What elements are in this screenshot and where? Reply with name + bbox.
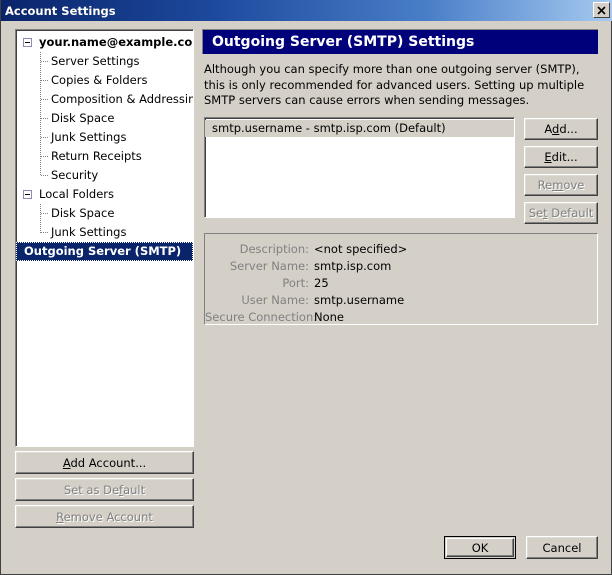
tree-connector <box>41 213 49 214</box>
detail-value: smtp.isp.com <box>314 258 391 275</box>
cancel-button[interactable]: Cancel <box>526 536 598 559</box>
panel-description: Although you can specify more than one o… <box>204 62 596 109</box>
panel-header: Outgoing Server (SMTP) Settings <box>202 29 598 54</box>
set-default-server-button[interactable]: Set Default <box>524 202 598 224</box>
tree-connector <box>41 156 49 157</box>
sidebar-item-junk-settings[interactable]: Junk Settings <box>16 223 193 242</box>
sidebar-item-return-receipts[interactable]: Return Receipts <box>16 147 193 166</box>
account-settings-dialog: Account Settings your.name@example.com Se… <box>0 0 612 575</box>
detail-value: 25 <box>314 275 329 292</box>
tree-connector <box>41 232 49 233</box>
panel-title: Outgoing Server (SMTP) Settings <box>212 34 474 50</box>
collapse-icon[interactable] <box>23 190 32 199</box>
sidebar-item-disk-space[interactable]: Disk Space <box>16 109 193 128</box>
remove-account-button[interactable]: Remove Account <box>15 505 194 528</box>
collapse-icon[interactable] <box>23 38 32 47</box>
detail-value: None <box>314 309 344 326</box>
remove-server-button[interactable]: Remove <box>524 174 598 196</box>
button-label: Remove <box>538 178 585 192</box>
detail-label: User Name: <box>205 292 314 309</box>
account-tree: your.name@example.com Server Settings Copi… <box>16 30 193 261</box>
tree-connector <box>41 80 49 81</box>
detail-label: Port: <box>205 275 314 292</box>
sidebar-item-label: Composition & Addressing <box>51 92 194 106</box>
set-as-default-button[interactable]: Set as Default <box>15 478 194 501</box>
sidebar-item-server-settings[interactable]: Server Settings <box>16 52 193 71</box>
tree-connector <box>41 99 49 100</box>
sidebar-item-label: Security <box>51 168 98 182</box>
button-label: Set Default <box>529 206 594 220</box>
button-label: Set as Default <box>64 483 145 497</box>
sidebar-item-label: your.name@example.com <box>39 35 194 49</box>
tree-connector <box>41 175 49 176</box>
tree-connector <box>40 52 41 176</box>
button-label: Add Account... <box>63 456 146 470</box>
ok-button[interactable]: OK <box>444 536 516 559</box>
tree-connector <box>41 118 49 119</box>
smtp-server-list[interactable]: smtp.username - smtp.isp.com (Default) <box>204 117 515 218</box>
tree-connector <box>41 137 49 138</box>
close-icon <box>597 6 606 15</box>
detail-value: <not specified> <box>314 241 407 258</box>
sidebar-item-label: Junk Settings <box>51 130 126 144</box>
sidebar-item-security[interactable]: Security <box>16 166 193 185</box>
detail-row: Port:25 <box>205 275 597 292</box>
sidebar-item-junk-settings[interactable]: Junk Settings <box>16 128 193 147</box>
server-details-panel: Description:<not specified>Server Name:s… <box>204 233 598 325</box>
cancel-button-label: Cancel <box>543 541 582 555</box>
button-label: Edit... <box>544 150 577 164</box>
sidebar-item-outgoing-server-smtp[interactable]: Outgoing Server (SMTP) <box>16 242 193 261</box>
edit-server-button[interactable]: Edit... <box>524 146 598 168</box>
detail-row: Secure Connection:None <box>205 309 597 326</box>
detail-value: smtp.username <box>314 292 404 309</box>
detail-row: User Name:smtp.username <box>205 292 597 309</box>
sidebar-item-your-name-example-com[interactable]: your.name@example.com <box>16 33 193 52</box>
detail-label: Description: <box>205 241 314 258</box>
list-item[interactable]: smtp.username - smtp.isp.com (Default) <box>205 120 514 137</box>
sidebar-item-label: Junk Settings <box>51 225 126 239</box>
sidebar-item-label: Outgoing Server (SMTP) <box>24 244 181 258</box>
close-button[interactable] <box>593 2 610 18</box>
detail-row: Server Name:smtp.isp.com <box>205 258 597 275</box>
sidebar-item-local-folders[interactable]: Local Folders <box>16 185 193 204</box>
sidebar-item-label: Server Settings <box>51 54 140 68</box>
sidebar-item-label: Copies & Folders <box>51 73 147 87</box>
sidebar-item-copies-folders[interactable]: Copies & Folders <box>16 71 193 90</box>
window-title: Account Settings <box>5 4 116 18</box>
ok-button-label: OK <box>472 541 489 555</box>
tree-connector <box>40 204 41 233</box>
add-account-button[interactable]: Add Account... <box>15 451 194 474</box>
account-tree-panel[interactable]: your.name@example.com Server Settings Copi… <box>15 29 194 447</box>
detail-label: Secure Connection: <box>205 309 314 326</box>
button-label: Add... <box>544 122 577 136</box>
tree-connector <box>41 61 49 62</box>
sidebar-item-label: Disk Space <box>51 206 114 220</box>
button-label: Remove Account <box>56 510 153 524</box>
detail-row: Description:<not specified> <box>205 241 597 258</box>
add-server-button[interactable]: Add... <box>524 118 598 140</box>
title-bar: Account Settings <box>1 0 612 21</box>
sidebar-item-label: Local Folders <box>39 187 114 201</box>
sidebar-item-disk-space[interactable]: Disk Space <box>16 204 193 223</box>
detail-label: Server Name: <box>205 258 314 275</box>
sidebar-item-composition-addressing[interactable]: Composition & Addressing <box>16 90 193 109</box>
sidebar-item-label: Return Receipts <box>51 149 142 163</box>
sidebar-item-label: Disk Space <box>51 111 114 125</box>
